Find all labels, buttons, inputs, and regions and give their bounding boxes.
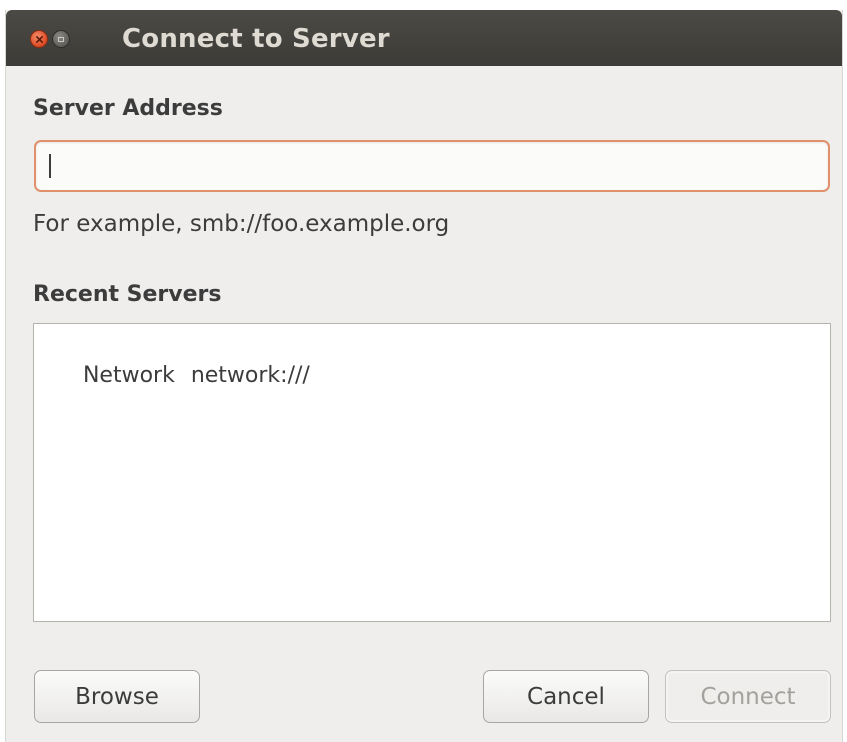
text-cursor <box>49 154 51 178</box>
recent-server-name: Network <box>82 363 175 388</box>
title-bar: Connect to Server <box>6 10 842 66</box>
server-address-label: Server Address <box>33 96 223 121</box>
server-address-hint: For example, smb://foo.example.org <box>33 211 450 237</box>
server-address-input[interactable] <box>46 148 820 186</box>
connect-to-server-dialog: Connect to Server Server Address For exa… <box>5 10 843 742</box>
browse-button[interactable]: Browse <box>34 670 200 723</box>
maximize-glyph <box>58 36 64 42</box>
connect-button[interactable]: Connect <box>665 670 831 723</box>
close-glyph <box>35 35 43 43</box>
recent-servers-label: Recent Servers <box>33 282 222 307</box>
list-item[interactable]: Network network:/// <box>41 338 310 413</box>
cancel-button[interactable]: Cancel <box>483 670 649 723</box>
recent-server-address: network:/// <box>190 363 310 388</box>
server-address-field[interactable] <box>34 140 830 192</box>
maximize-icon[interactable] <box>52 30 70 48</box>
recent-servers-list[interactable]: Network network:/// <box>33 323 831 622</box>
window-title: Connect to Server <box>122 24 390 54</box>
close-icon[interactable] <box>30 30 48 48</box>
